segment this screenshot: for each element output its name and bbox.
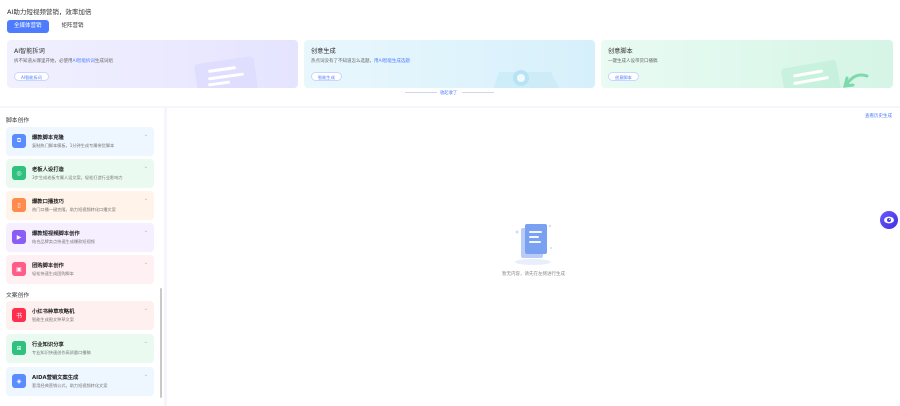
group-buy-icon: ▣ — [12, 262, 26, 276]
chevron-down-icon[interactable]: ⌄ — [144, 260, 148, 266]
tab-matrix[interactable]: 矩阵营销 — [55, 20, 91, 33]
card-title: AI智能拆词 — [14, 48, 45, 55]
clone-icon: ⧉ — [12, 134, 26, 148]
document-illustration-icon — [194, 56, 258, 88]
card-desc: 拆不知道从哪里开始，必使用AI智能拆词生成词组 — [14, 59, 113, 64]
app-title: AI助力短视频营销，效率加倍 — [7, 8, 92, 16]
card-title: 创意生成 — [311, 48, 336, 55]
tool-title: 行业知识分享 — [32, 342, 64, 348]
knowledge-icon: ⊞ — [12, 341, 26, 355]
tool-title: 爆款口播技巧 — [32, 199, 64, 205]
eye-icon — [884, 216, 894, 224]
chevron-down-icon[interactable]: ⌄ — [144, 196, 148, 202]
chevron-down-icon[interactable]: ⌄ — [144, 339, 148, 345]
tool-card[interactable]: 书 小红书种草攻略机 智能生成图文种草文案 ⌄ — [6, 301, 154, 330]
chevron-down-icon[interactable]: ⌄ — [144, 372, 148, 378]
tool-card[interactable]: ◈ AIDA营销文案生成 套用经典营销公式，助力短视频转化文案 ⌄ — [6, 367, 154, 396]
tool-desc: 专业知识快速创作高质量口播稿 — [32, 350, 91, 355]
tool-card[interactable]: ⧉ 爆款脚本克隆 复制热门脚本模板，1分钟生成专属带货脚本 ⌄ — [6, 127, 154, 156]
card-button[interactable]: AI智能拆词 — [14, 72, 49, 81]
card-desc-link[interactable]: AI智能拆词 — [73, 59, 95, 64]
section-label-copy: 文案创作 — [6, 293, 30, 299]
card-desc: 热点词没有了不知道怎么选题，用AI智能生成选题 — [311, 59, 410, 64]
assistant-float-button[interactable] — [880, 211, 898, 229]
xiaohongshu-icon: 书 — [12, 308, 26, 322]
bulb-illustration-icon — [493, 70, 559, 88]
tool-desc: 套用经典营销公式，助力短视频转化文案 — [32, 383, 108, 388]
tool-title: 团购脚本创作 — [32, 263, 64, 269]
chevron-down-icon[interactable]: ⌄ — [144, 306, 148, 312]
feature-card-keywords[interactable]: AI智能拆词 拆不知道从哪里开始，必使用AI智能拆词生成词组 AI智能拆词 — [7, 40, 298, 88]
tool-card[interactable]: ⊞ 行业知识分享 专业知识快速创作高质量口播稿 ⌄ — [6, 334, 154, 363]
chevron-down-icon[interactable]: ⌄ — [144, 164, 148, 170]
phone-icon: ▯ — [12, 198, 26, 212]
tool-title: 爆款脚本克隆 — [32, 135, 64, 141]
tool-desc: 热门口播一键克隆，助力短视频转化口播文案 — [32, 207, 116, 212]
tool-desc: 轻松快速生成团购脚本 — [32, 271, 74, 276]
top-panel: AI助力短视频营销，效率加倍 全媒体营销 矩阵营销 AI智能拆词 拆不知道从哪里… — [0, 0, 900, 106]
tool-title: 爆款短视频脚本创作 — [32, 231, 80, 237]
script-illustration-icon — [781, 60, 869, 88]
card-title: 创意脚本 — [608, 48, 633, 55]
tool-title: 老板人设打造 — [32, 167, 64, 173]
tab-all-media[interactable]: 全媒体营销 — [7, 20, 49, 33]
card-button[interactable]: 创意脚本 — [608, 72, 639, 81]
tool-sidebar: 脚本创作 ⧉ 爆款脚本克隆 复制热门脚本模板，1分钟生成专属带货脚本 ⌄ ◎ 老… — [0, 108, 164, 406]
sidebar-scrollbar[interactable] — [160, 288, 162, 398]
tool-card[interactable]: ▶ 爆款短视频脚本创作 结合品牌卖点快速生成爆款短视频 ⌄ — [6, 223, 154, 252]
collapse-toggle[interactable]: 收起收了 — [440, 90, 457, 96]
section-label-scripts: 脚本创作 — [6, 118, 30, 124]
empty-document-icon — [515, 224, 552, 265]
video-icon: ▶ — [12, 230, 26, 244]
feature-card-ideas[interactable]: 创意生成 热点词没有了不知道怎么选题，用AI智能生成选题 智能生成 — [304, 40, 595, 88]
tool-card[interactable]: ◎ 老板人设打造 3步生成老板专属人设文案，轻松打造行业影响力 ⌄ — [6, 159, 154, 188]
card-desc-link[interactable]: 用AI智能生成选题 — [374, 59, 410, 64]
tool-card[interactable]: ▯ 爆款口播技巧 热门口播一键克隆，助力短视频转化口播文案 ⌄ — [6, 191, 154, 220]
empty-state-text: 暂无内容，请先在左侧进行生成 — [502, 272, 565, 277]
persona-icon: ◎ — [12, 166, 26, 180]
chevron-down-icon[interactable]: ⌄ — [144, 132, 148, 138]
marketing-icon: ◈ — [12, 374, 26, 388]
divider — [405, 92, 437, 93]
tool-title: AIDA营销文案生成 — [32, 375, 79, 381]
feature-card-scripts[interactable]: 创意脚本 一键生成人设带货口播稿 创意脚本 — [601, 40, 893, 88]
tool-desc: 智能生成图文种草文案 — [32, 317, 74, 322]
card-desc: 一键生成人设带货口播稿 — [608, 59, 658, 64]
tool-desc: 复制热门脚本模板，1分钟生成专属带货脚本 — [32, 143, 115, 148]
tool-card[interactable]: ▣ 团购脚本创作 轻松快速生成团购脚本 ⌄ — [6, 255, 154, 284]
mode-tabs: 全媒体营销 矩阵营销 — [7, 20, 91, 33]
result-panel: 查看历史生成 暂无内容，请先在左侧进行生成 — [167, 108, 900, 406]
tool-title: 小红书种草攻略机 — [32, 309, 75, 315]
card-button[interactable]: 智能生成 — [311, 72, 342, 81]
history-link[interactable]: 查看历史生成 — [865, 113, 892, 119]
tool-desc: 3步生成老板专属人设文案，轻松打造行业影响力 — [32, 175, 123, 180]
tool-desc: 结合品牌卖点快速生成爆款短视频 — [32, 239, 95, 244]
divider — [462, 92, 494, 93]
chevron-down-icon[interactable]: ⌄ — [144, 228, 148, 234]
